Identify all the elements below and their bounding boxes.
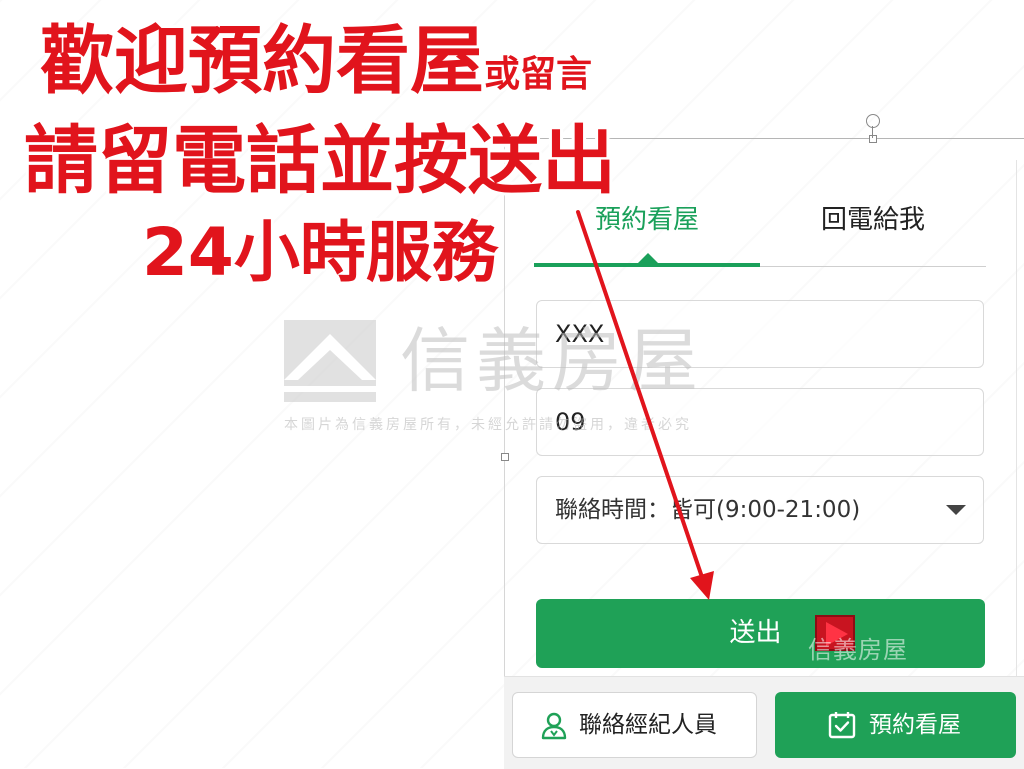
promo-headline-line1: 歡迎預約看屋或留言: [40, 18, 592, 118]
name-input[interactable]: [536, 300, 984, 368]
tab-active-indicator: [534, 263, 760, 267]
contact-time-selected-value: 聯絡時間：皆可(9:00-21:00): [555, 497, 861, 523]
tab-active-caret: [638, 253, 658, 263]
calendar-check-icon: [828, 712, 856, 739]
submit-watermark-text: 信義房屋: [808, 636, 908, 664]
rotate-handle[interactable]: [866, 114, 880, 128]
submit-button[interactable]: 送出: [536, 599, 985, 668]
promo-headline-line3: 24小時服務: [142, 214, 498, 291]
person-icon: [541, 712, 567, 740]
submit-button-label: 送出: [729, 618, 782, 648]
contact-time-select[interactable]: 聯絡時間：皆可(9:00-21:00): [536, 476, 984, 544]
book-viewing-label: 預約看屋: [869, 712, 961, 738]
tab-callback[interactable]: 回電給我: [760, 196, 986, 244]
book-viewing-button[interactable]: 預約看屋: [775, 692, 1016, 758]
contact-agent-label: 聯絡經紀人員: [579, 712, 717, 738]
resize-handle-top-center[interactable]: [869, 135, 877, 143]
resize-handle-middle-left[interactable]: [501, 453, 509, 461]
promo-line1-main: 歡迎預約看屋: [40, 18, 484, 104]
caret-down-icon[interactable]: [946, 505, 966, 515]
promo-line1-small: 或留言: [484, 54, 593, 95]
promo-headline-line2: 請留電話並按送出: [24, 118, 616, 204]
phone-input[interactable]: [536, 388, 984, 456]
contact-agent-button[interactable]: 聯絡經紀人員: [512, 692, 757, 758]
